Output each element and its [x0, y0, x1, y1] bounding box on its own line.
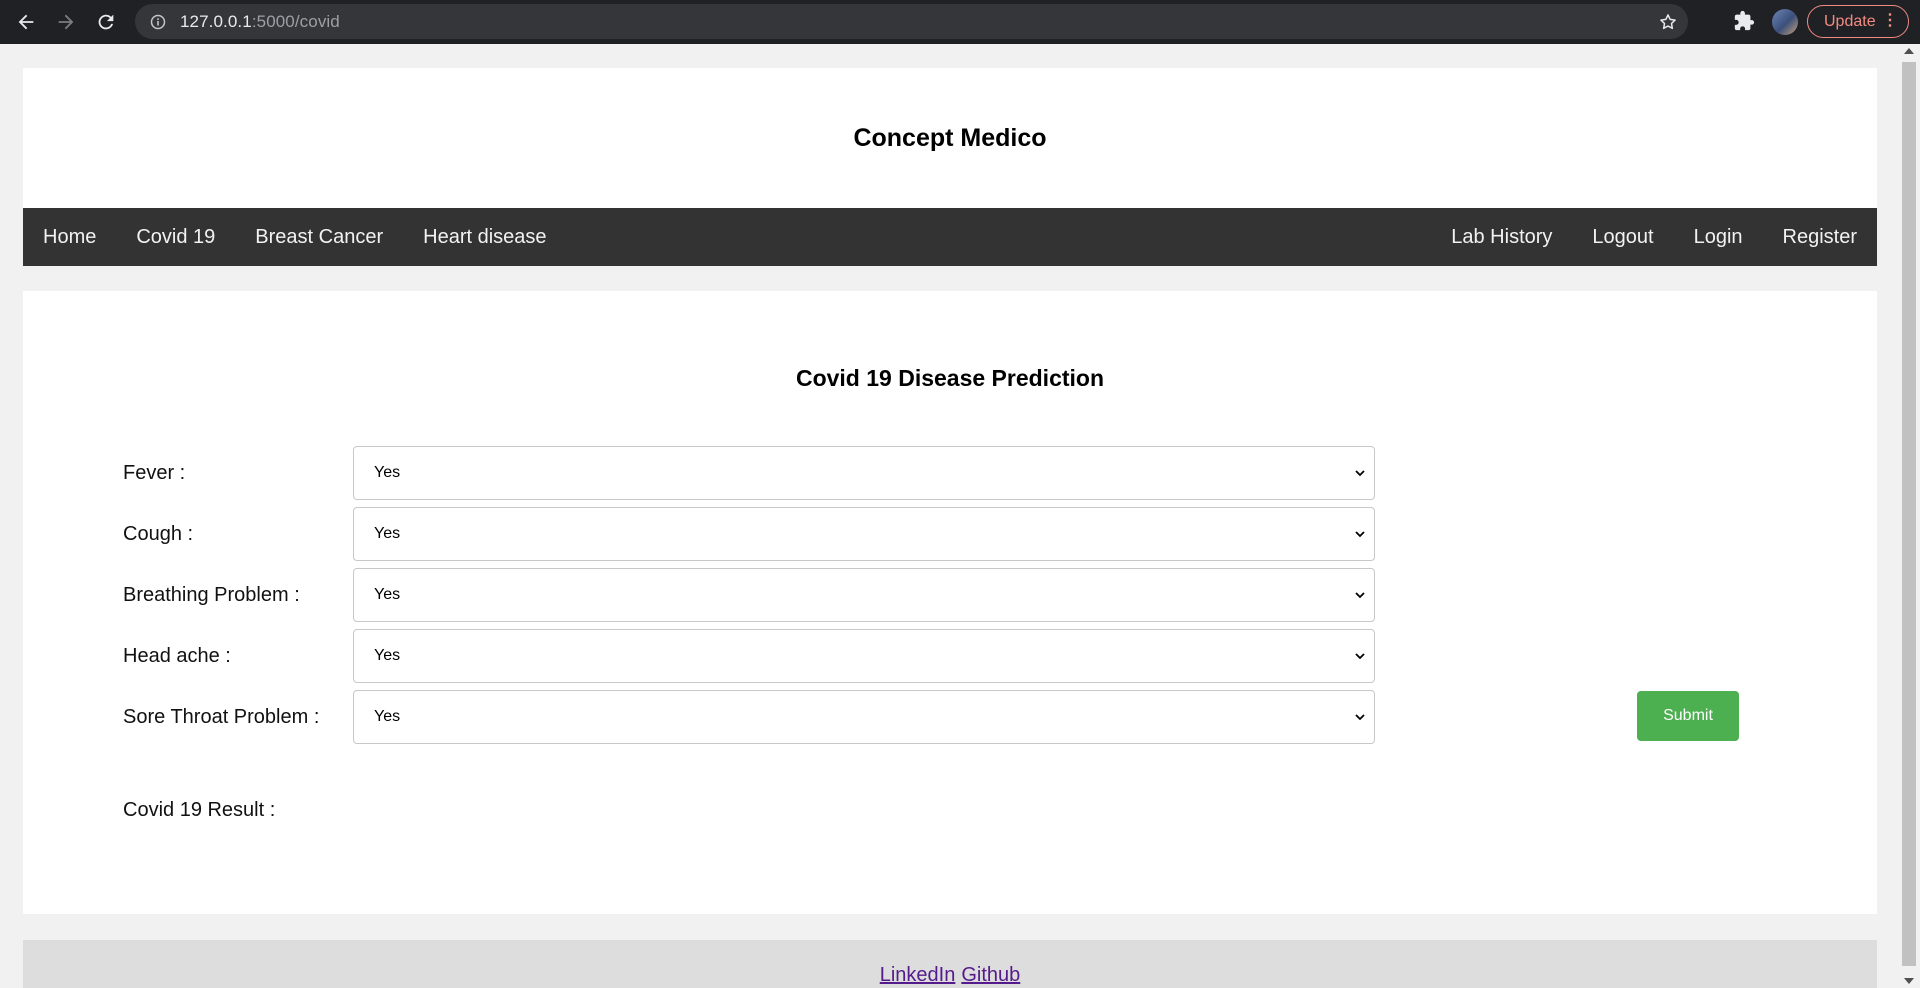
fever-label: Fever :	[123, 462, 186, 484]
head-ache-label: Head ache :	[123, 645, 231, 667]
head-ache-select[interactable]: Yes	[353, 629, 1375, 683]
back-icon[interactable]	[6, 2, 46, 42]
github-link[interactable]: Github	[961, 964, 1020, 987]
nav-logout[interactable]: Logout	[1572, 208, 1673, 266]
nav-lab-history[interactable]: Lab History	[1431, 208, 1572, 266]
scrollbar-thumb[interactable]	[1902, 62, 1916, 966]
chevron-down-icon	[1355, 470, 1365, 477]
url-text: 127.0.0.1:5000/covid	[180, 12, 340, 32]
reload-icon[interactable]	[86, 2, 126, 42]
nav-breast-cancer[interactable]: Breast Cancer	[235, 208, 403, 266]
field-row-sore-throat: Sore Throat Problem : Yes	[123, 690, 1400, 744]
url-host: 127.0.0.1	[180, 11, 252, 31]
scroll-down-arrow-icon[interactable]	[1904, 978, 1914, 984]
nav-covid-19[interactable]: Covid 19	[116, 208, 235, 266]
forward-icon[interactable]	[46, 2, 86, 42]
site-footer: LinkedIn Github	[23, 940, 1877, 988]
field-row-breathing-problem: Breathing Problem : Yes	[123, 568, 1400, 622]
extensions-puzzle-icon[interactable]	[1733, 10, 1755, 32]
linkedin-link[interactable]: LinkedIn	[880, 964, 956, 987]
more-menu-icon[interactable]: ⋮	[1882, 13, 1898, 29]
nav-right-group: Lab History Logout Login Register	[1431, 208, 1877, 266]
cough-label: Cough :	[123, 523, 194, 545]
field-row-head-ache: Head ache : Yes	[123, 629, 1400, 683]
cough-select-value: Yes	[374, 525, 401, 542]
chevron-down-icon	[1355, 592, 1365, 599]
update-label: Update	[1824, 12, 1876, 30]
sore-throat-label: Sore Throat Problem :	[123, 706, 320, 728]
form-title: Covid 19 Disease Prediction	[795, 365, 1105, 391]
field-row-fever: Fever : Yes	[123, 446, 1400, 500]
url-path: :5000/covid	[251, 11, 340, 31]
bookmark-star-icon[interactable]	[1658, 12, 1678, 32]
head-ache-select-value: Yes	[374, 647, 401, 664]
site-header: Concept Medico	[23, 68, 1877, 208]
breathing-problem-label: Breathing Problem :	[123, 584, 300, 606]
chevron-down-icon	[1355, 653, 1365, 660]
cough-select[interactable]: Yes	[353, 507, 1375, 561]
nav-login[interactable]: Login	[1674, 208, 1763, 266]
submit-button[interactable]: Submit	[1637, 691, 1739, 741]
chevron-down-icon	[1355, 531, 1365, 538]
fever-select-value: Yes	[374, 464, 401, 481]
field-row-cough: Cough : Yes	[123, 507, 1400, 561]
breathing-problem-select-value: Yes	[374, 586, 401, 603]
browser-toolbar: 127.0.0.1:5000/covid Update ⋮	[0, 0, 1920, 44]
scroll-up-arrow-icon[interactable]	[1904, 48, 1914, 54]
top-navigation: Home Covid 19 Breast Cancer Heart diseas…	[23, 208, 1877, 266]
covid-result-label: Covid 19 Result :	[123, 799, 276, 821]
chevron-down-icon	[1355, 714, 1365, 721]
update-button[interactable]: Update ⋮	[1807, 5, 1909, 38]
prediction-form-panel: Covid 19 Disease Prediction Fever : Yes …	[23, 291, 1877, 914]
nav-home[interactable]: Home	[23, 208, 116, 266]
profile-avatar[interactable]	[1772, 9, 1798, 35]
address-bar[interactable]: 127.0.0.1:5000/covid	[135, 4, 1688, 39]
sore-throat-select-value: Yes	[374, 708, 401, 725]
site-title: Concept Medico	[853, 123, 1047, 152]
nav-register[interactable]: Register	[1763, 208, 1877, 266]
fever-select[interactable]: Yes	[353, 446, 1375, 500]
nav-heart-disease[interactable]: Heart disease	[403, 208, 566, 266]
breathing-problem-select[interactable]: Yes	[353, 568, 1375, 622]
sore-throat-select[interactable]: Yes	[353, 690, 1375, 744]
page-scrollbar[interactable]	[1899, 44, 1920, 988]
info-icon[interactable]	[150, 14, 166, 30]
